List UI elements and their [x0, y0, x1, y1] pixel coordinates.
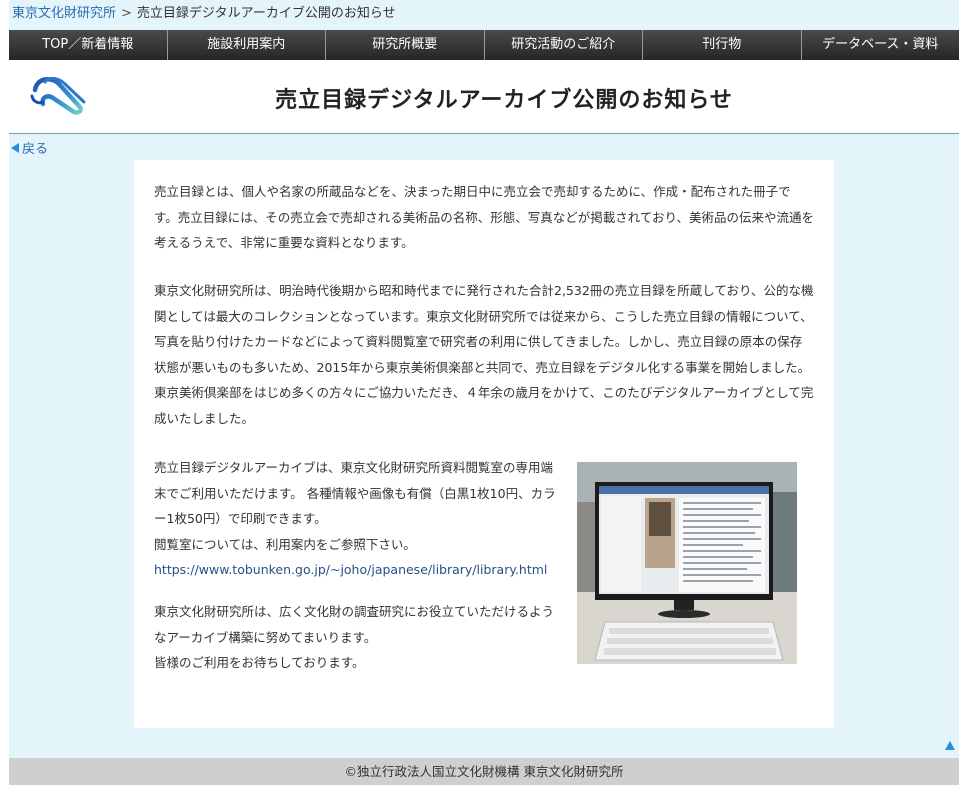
back-arrow-icon	[11, 143, 19, 153]
nav-item-about[interactable]: 研究所概要	[326, 30, 485, 60]
nav-item-top[interactable]: TOP／新着情報	[9, 30, 168, 60]
breadcrumb-separator: >	[121, 6, 132, 21]
article-paragraph-4-closing: 皆様のご利用をお待ちしております。	[154, 655, 365, 670]
page-title: 売立目録デジタルアーカイブ公開のお知らせ	[275, 88, 733, 113]
archive-terminal-photo	[577, 462, 797, 664]
main-area: 戻る 売立目録とは、個人や名家の所蔵品などを、決まった期日中に売立会で売却するた…	[9, 134, 959, 758]
main-nav: TOP／新着情報 施設利用案内 研究所概要 研究活動のご紹介 刊行物 データベー…	[9, 30, 959, 60]
scroll-to-top-icon[interactable]	[945, 741, 955, 750]
nav-item-research[interactable]: 研究活動のご紹介	[484, 30, 643, 60]
breadcrumb: 東京文化財研究所 > 売立目録デジタルアーカイブ公開のお知らせ	[9, 0, 959, 30]
article-paragraph-4-text: 東京文化財研究所は、広く文化財の調査研究にお役立ていただけるようなアーカイブ構築…	[154, 604, 555, 645]
breadcrumb-home-link[interactable]: 東京文化財研究所	[9, 6, 116, 21]
article-paragraph-2: 東京文化財研究所は、明治時代後期から昭和時代までに発行された合計2,532冊の売…	[154, 283, 814, 426]
article-paragraph-3-text: 売立目録デジタルアーカイブは、東京文化財研究所資料閲覧室の専用端末でご利用いただ…	[154, 460, 556, 526]
back-link-label: 戻る	[22, 142, 49, 157]
article-paragraph-3-note: 閲覧室については、利用案内をご参照下さい。	[154, 536, 416, 552]
nav-item-database[interactable]: データベース・資料	[801, 30, 959, 60]
breadcrumb-current: 売立目録デジタルアーカイブ公開のお知らせ	[136, 6, 396, 21]
footer: ©独立行政法人国立文化財機構 東京文化財研究所	[9, 758, 959, 785]
article-paragraph-4: 東京文化財研究所は、広く文化財の調査研究にお役立ていただけるようなアーカイブ構築…	[154, 599, 564, 676]
article-body: 売立目録とは、個人や名家の所蔵品などを、決まった期日中に売立会で売却するために、…	[134, 160, 834, 728]
page-header: 売立目録デジタルアーカイブ公開のお知らせ	[9, 60, 959, 134]
article-paragraph-1: 売立目録とは、個人や名家の所蔵品などを、決まった期日中に売立会で売却するために、…	[154, 184, 815, 250]
article-paragraph-3: 売立目録デジタルアーカイブは、東京文化財研究所資料閲覧室の専用端末でご利用いただ…	[154, 455, 564, 583]
page: 東京文化財研究所 > 売立目録デジタルアーカイブ公開のお知らせ TOP／新着情報 施…	[9, 0, 959, 797]
footer-copyright: ©独立行政法人国立文化財機構 東京文化財研究所	[344, 764, 624, 779]
nav-item-publications[interactable]: 刊行物	[643, 30, 802, 60]
nav-item-facility[interactable]: 施設利用案内	[167, 30, 326, 60]
library-guide-link[interactable]: https://www.tobunken.go.jp/~joho/japanes…	[154, 562, 547, 577]
back-link[interactable]: 戻る	[11, 138, 48, 157]
